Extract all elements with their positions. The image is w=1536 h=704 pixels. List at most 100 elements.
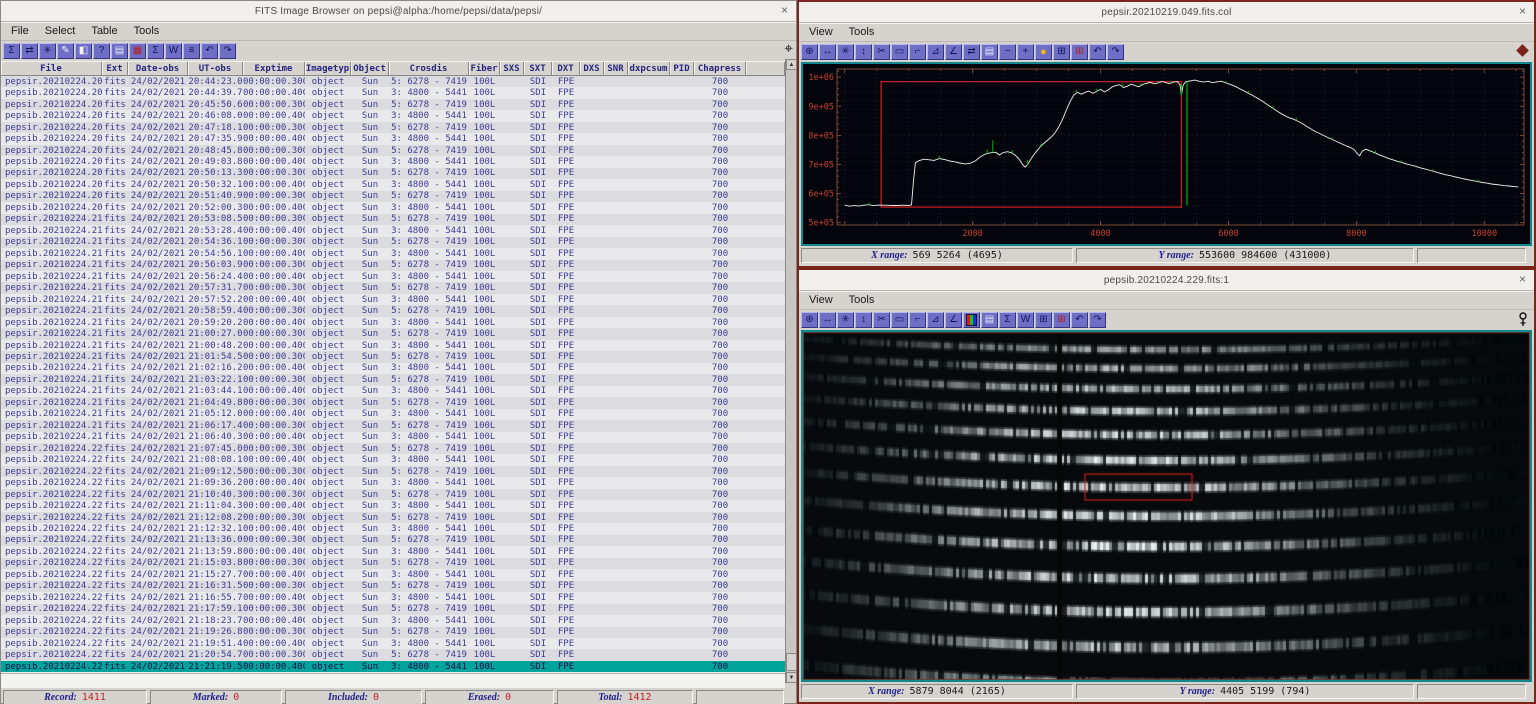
column-header-pid[interactable]: PID: [670, 62, 694, 75]
cut-icon[interactable]: ✂: [873, 312, 890, 328]
collapse-icon[interactable]: −: [999, 44, 1016, 60]
column-header-sxs[interactable]: SXS: [500, 62, 524, 75]
column-header-ut-obs[interactable]: UT-obs: [188, 62, 243, 75]
zoom-fit-icon[interactable]: ✳: [837, 312, 854, 328]
redo-icon[interactable]: ↷: [1089, 312, 1106, 328]
swap-icon[interactable]: ⇄: [21, 43, 38, 59]
table-row[interactable]: pepsir.20210224.205fits24/02/202120:45:5…: [1, 99, 785, 110]
fits-browser-titlebar[interactable]: FITS Image Browser on pepsi@alpha:/home/…: [1, 1, 796, 22]
table-row[interactable]: pepsir.20210224.210fits24/02/202120:53:0…: [1, 214, 785, 225]
table-row[interactable]: pepsir.20210224.222fits24/02/202121:10:4…: [1, 489, 785, 500]
flip-vertical-icon[interactable]: ↕: [855, 312, 872, 328]
table-row[interactable]: pepsib.20210224.209fits24/02/202120:52:0…: [1, 202, 785, 213]
undo-icon[interactable]: ↶: [1071, 312, 1088, 328]
region-icon[interactable]: ▭: [891, 44, 908, 60]
table-row[interactable]: pepsir.20210224.223fits24/02/202121:12:0…: [1, 512, 785, 523]
slope-icon[interactable]: ∠: [945, 312, 962, 328]
table-row[interactable]: pepsir.20210224.208fits24/02/202120:50:1…: [1, 168, 785, 179]
table-row[interactable]: pepsir.20210224.207fits24/02/202120:48:4…: [1, 145, 785, 156]
table-row[interactable]: pepsib.20210224.220fits24/02/202121:08:0…: [1, 454, 785, 465]
columns-icon[interactable]: ≡: [183, 43, 200, 59]
column-header-crosdis[interactable]: Crosdis: [389, 62, 469, 75]
table-row[interactable]: pepsib.20210224.208fits24/02/202120:50:3…: [1, 179, 785, 190]
flip-vertical-icon[interactable]: ↕: [855, 44, 872, 60]
rgb-display-icon[interactable]: [963, 312, 980, 328]
table-row[interactable]: pepsib.20210224.224fits24/02/202121:13:5…: [1, 546, 785, 557]
tile-view-icon[interactable]: ⊞: [1053, 44, 1070, 60]
column-header-dxt[interactable]: DXT: [552, 62, 580, 75]
column-header-chapress[interactable]: Chapress: [694, 62, 746, 75]
table-row[interactable]: pepsib.20210224.217fits24/02/202121:03:4…: [1, 386, 785, 397]
marker-icon[interactable]: ✎: [57, 43, 74, 59]
sum-icon[interactable]: Σ: [999, 312, 1016, 328]
table-row[interactable]: pepsib.20210224.205fits24/02/202120:46:0…: [1, 110, 785, 121]
table-row[interactable]: pepsir.20210224.221fits24/02/202121:09:1…: [1, 466, 785, 477]
table-row[interactable]: pepsib.20210224.228fits24/02/202121:19:5…: [1, 638, 785, 649]
column-plot[interactable]: 2000400060008000100005e+056e+057e+058e+0…: [803, 64, 1530, 244]
scrollbar-thumb[interactable]: [786, 653, 797, 671]
table-row[interactable]: pepsib.20210224.204fits24/02/202120:44:3…: [1, 87, 785, 98]
eraser-icon[interactable]: ◧: [75, 43, 92, 59]
tile-marked-icon[interactable]: ⊞: [1053, 312, 1070, 328]
refresh-icon[interactable]: ⇄: [963, 44, 980, 60]
file-table[interactable]: pepsir.20210224.204fits24/02/202120:44:2…: [1, 76, 785, 673]
print-icon[interactable]: ▤: [111, 43, 128, 59]
table-row[interactable]: pepsir.20210224.229fits24/02/202121:20:5…: [1, 649, 785, 660]
table-row[interactable]: pepsib.20210224.214fits24/02/202120:59:2…: [1, 317, 785, 328]
image-menu-tools[interactable]: Tools: [849, 294, 875, 306]
profile-icon[interactable]: ⌐: [909, 312, 926, 328]
slope-icon[interactable]: ∠: [945, 44, 962, 60]
pan-icon[interactable]: ⊕: [801, 312, 818, 328]
pan-icon[interactable]: ⊕: [801, 44, 818, 60]
table-row[interactable]: pepsib.20210224.216fits24/02/202121:02:1…: [1, 363, 785, 374]
sparkle-icon[interactable]: ✳: [39, 43, 56, 59]
scroll-down-icon[interactable]: ▼: [786, 672, 797, 683]
plot-display[interactable]: 2000400060008000100005e+056e+057e+058e+0…: [801, 62, 1532, 246]
table-row[interactable]: pepsib.20210224.219fits24/02/202121:06:4…: [1, 432, 785, 443]
window-grip-icon[interactable]: [1516, 44, 1529, 57]
column-header-exptime[interactable]: Exptime: [243, 62, 305, 75]
browser-menu-tools[interactable]: Tools: [134, 25, 160, 37]
table-row[interactable]: pepsir.20210224.211fits24/02/202120:54:3…: [1, 237, 785, 248]
column-header-dxs[interactable]: DXS: [580, 62, 604, 75]
wave-icon[interactable]: W: [165, 43, 182, 59]
table-row[interactable]: pepsir.20210224.214fits24/02/202120:58:5…: [1, 305, 785, 316]
table-row[interactable]: pepsir.20210224.212fits24/02/202120:56:0…: [1, 260, 785, 271]
plot-titlebar[interactable]: pepsir.20210219.049.fits.col ×: [799, 2, 1534, 23]
redo-icon[interactable]: ↷: [219, 43, 236, 59]
print-icon[interactable]: ▤: [981, 312, 998, 328]
undo-icon[interactable]: ↶: [201, 43, 218, 59]
browser-menu-table[interactable]: Table: [91, 25, 117, 37]
scroll-up-icon[interactable]: ▲: [786, 59, 797, 70]
print-icon[interactable]: ▤: [981, 44, 998, 60]
table-row[interactable]: pepsib.20210224.221fits24/02/202121:09:3…: [1, 477, 785, 488]
browser-menu-file[interactable]: File: [11, 25, 29, 37]
pin-icon[interactable]: [1518, 312, 1528, 332]
grid-marked-icon[interactable]: ▦: [129, 43, 146, 59]
table-row[interactable]: pepsib.20210224.206fits24/02/202120:47:3…: [1, 133, 785, 144]
table-row[interactable]: pepsir.20210224.224fits24/02/202121:13:3…: [1, 535, 785, 546]
table-row[interactable]: pepsir.20210224.226fits24/02/202121:16:3…: [1, 581, 785, 592]
column-header-ext[interactable]: Ext: [102, 62, 128, 75]
zoom-fit-icon[interactable]: ✳: [837, 44, 854, 60]
expand-horizontal-icon[interactable]: ↔: [819, 312, 836, 328]
image-menu-view[interactable]: View: [809, 294, 833, 306]
plot-menu-view[interactable]: View: [809, 26, 833, 38]
close-icon[interactable]: ×: [1519, 272, 1526, 286]
table-row[interactable]: pepsir.20210224.225fits24/02/202121:15:0…: [1, 558, 785, 569]
close-icon[interactable]: ×: [781, 3, 788, 17]
table-row[interactable]: pepsib.20210224.207fits24/02/202120:49:0…: [1, 156, 785, 167]
sigma-icon[interactable]: Σ: [147, 43, 164, 59]
redo-icon[interactable]: ↷: [1107, 44, 1124, 60]
table-row[interactable]: pepsib.20210224.226fits24/02/202121:16:5…: [1, 592, 785, 603]
undo-icon[interactable]: ↶: [1089, 44, 1106, 60]
region-icon[interactable]: ▭: [891, 312, 908, 328]
column-header-file[interactable]: File: [1, 62, 102, 75]
color-ball-icon[interactable]: ●: [1035, 44, 1052, 60]
table-row[interactable]: pepsib.20210224.213fits24/02/202120:57:5…: [1, 294, 785, 305]
table-row[interactable]: pepsib.20210224.225fits24/02/202121:15:2…: [1, 569, 785, 580]
table-row[interactable]: pepsib.20210224.229fits24/02/202121:21:1…: [1, 661, 785, 672]
table-row[interactable]: pepsib.20210224.227fits24/02/202121:18:2…: [1, 615, 785, 626]
axes-icon[interactable]: ⊿: [927, 312, 944, 328]
image-display[interactable]: [801, 330, 1532, 682]
